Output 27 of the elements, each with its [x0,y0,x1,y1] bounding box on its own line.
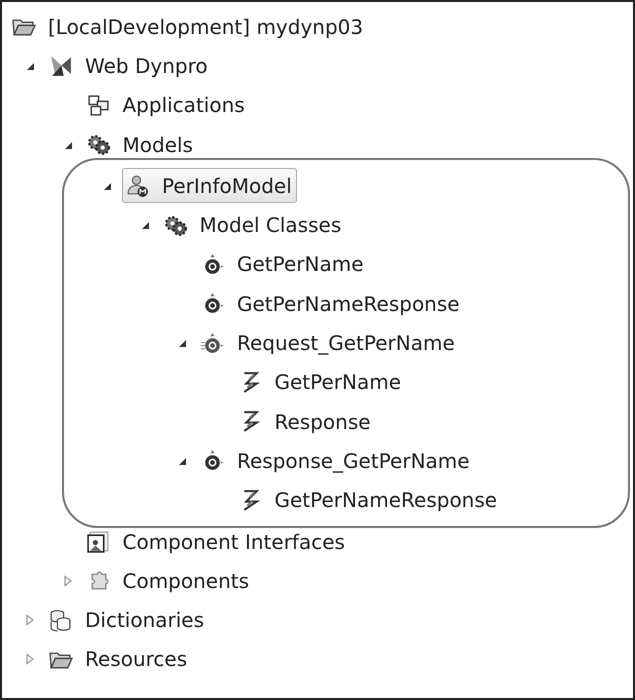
tree-item[interactable]: GetPerNameResponse [197,286,465,322]
tree-item[interactable]: Response [234,404,376,440]
tree-item[interactable]: Dictionaries [45,602,210,638]
tree-item[interactable]: Models [82,127,198,162]
tree-item[interactable]: Components [82,563,254,598]
collapsed-arrow-icon[interactable] [24,653,36,666]
tree-item[interactable]: Applications [82,88,250,123]
project-root[interactable]: [LocalDevelopment] mydynp03 [8,9,368,44]
person-badge-icon [125,173,150,198]
collapsed-arrow-icon[interactable] [62,574,74,587]
tree-item[interactable]: Request_GetPerName [197,326,460,361]
tree-item[interactable]: Component Interfaces [82,524,350,559]
gears-icon [86,132,110,158]
picture-frame-icon [86,529,110,554]
stacked-drums-icon [48,608,73,633]
collapsed-arrow-icon[interactable] [24,614,36,626]
tree-item[interactable]: PerInfoModel [122,168,297,204]
tree-item[interactable]: GetPerNameResponse [234,482,502,518]
tree-item[interactable]: Model Classes [160,208,346,243]
tree-item[interactable]: GetPerName [197,246,369,282]
class-ball-icon [200,330,225,356]
tree-item[interactable]: GetPerName [234,364,406,400]
tree-item[interactable]: Resources [45,642,192,677]
tree-item[interactable]: Web Dynpro [45,48,213,84]
window-grid-icon [86,92,110,118]
pinwheel-icon [48,53,73,78]
tree-item[interactable]: Response_GetPerName [197,443,475,478]
